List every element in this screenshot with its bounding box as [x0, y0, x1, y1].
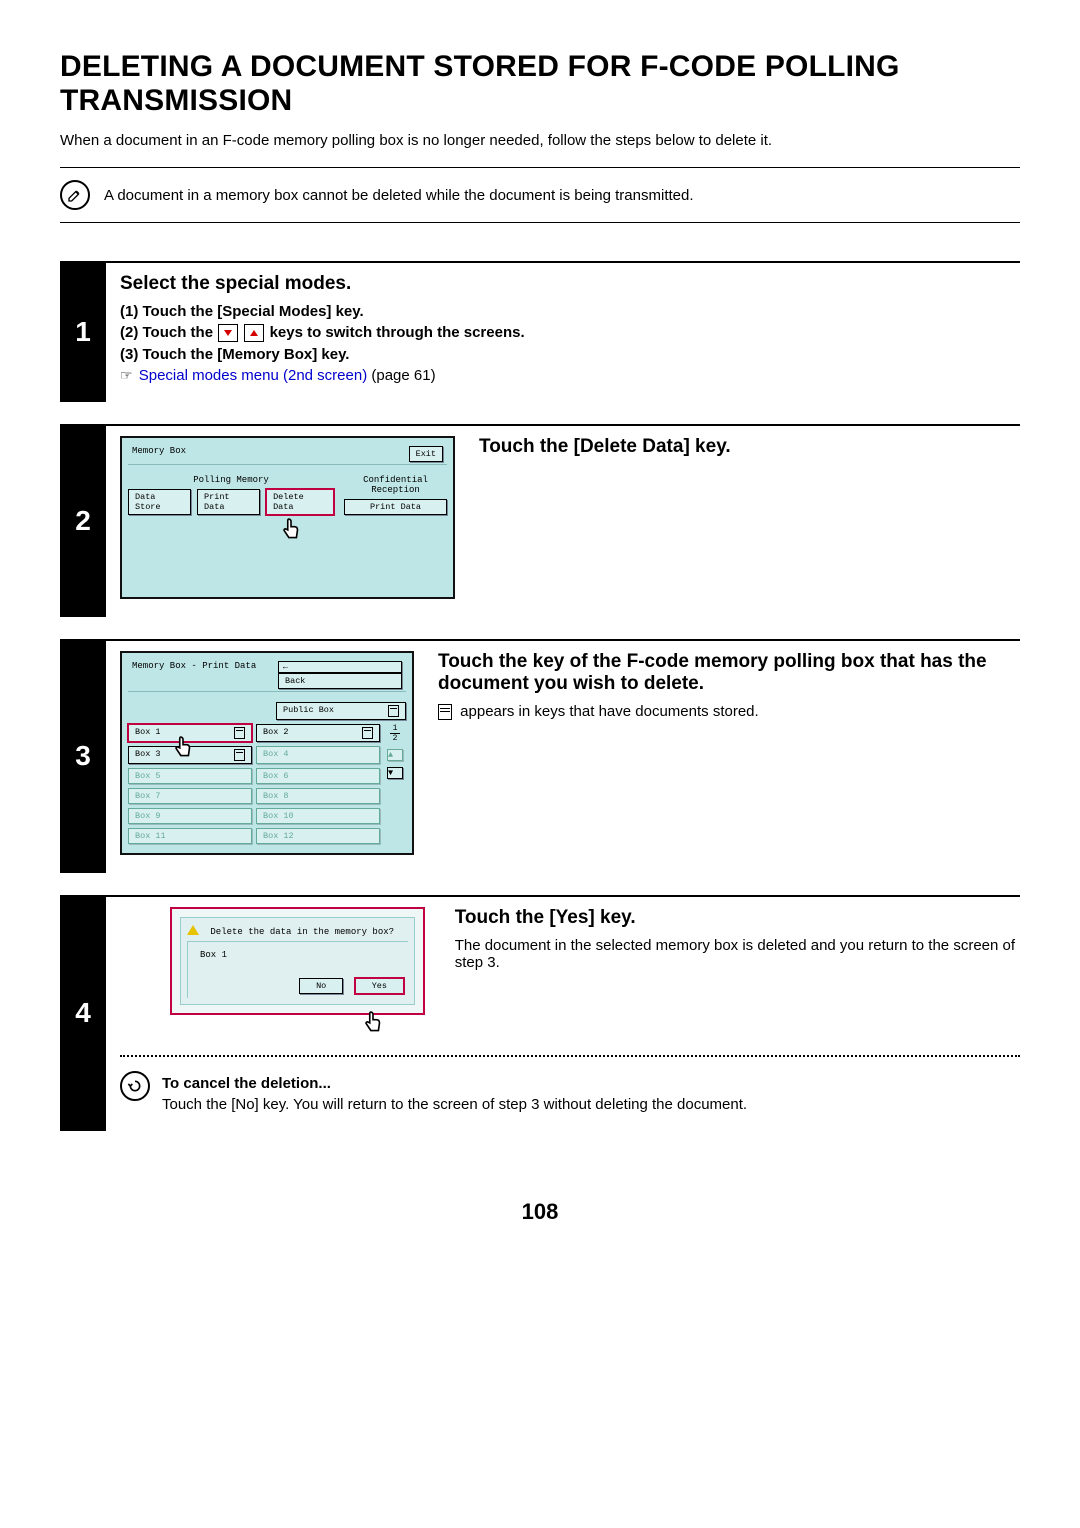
- box-button[interactable]: Box 4: [256, 746, 380, 764]
- page-up-button[interactable]: ▲: [387, 749, 403, 761]
- page-down-button[interactable]: ▼: [387, 767, 403, 779]
- cancel-title: To cancel the deletion...: [162, 1075, 747, 1092]
- print-data-confidential-button[interactable]: Print Data: [344, 499, 447, 515]
- back-button[interactable]: Back: [278, 673, 402, 689]
- step-number: 1: [60, 261, 106, 402]
- step-1-line-1: (1) Touch the [Special Modes] key.: [120, 303, 1020, 320]
- yes-button[interactable]: Yes: [355, 978, 404, 994]
- step-1-title: Select the special modes.: [120, 273, 1020, 295]
- document-stored-icon: [438, 704, 452, 720]
- step-4: 4 Delete the data in the memory box? Box…: [60, 895, 1020, 1131]
- print-data-button[interactable]: Print Data: [197, 489, 260, 515]
- box-button[interactable]: Box 8: [256, 788, 380, 804]
- box-button[interactable]: Box 11: [128, 828, 252, 844]
- step-3-title: Touch the key of the F-code memory polli…: [438, 651, 1020, 695]
- page-number: 108: [60, 1199, 1020, 1225]
- cancel-body: Touch the [No] key. You will return to t…: [162, 1096, 747, 1113]
- note-text: A document in a memory box cannot be del…: [104, 187, 694, 204]
- document-stored-icon: [234, 727, 245, 739]
- step-2-title: Touch the [Delete Data] key.: [479, 436, 731, 458]
- cancel-back-icon: [120, 1071, 150, 1101]
- step-3: 3 Memory Box - Print Data ← Back Public …: [60, 639, 1020, 873]
- box-button[interactable]: Box 9: [128, 808, 252, 824]
- back-arrow-icon[interactable]: ←: [278, 661, 402, 673]
- dialog-message: Delete the data in the memory box?: [210, 927, 394, 937]
- arrow-up-key-icon: [244, 324, 264, 342]
- document-stored-icon: [388, 705, 399, 717]
- delete-confirm-dialog: Delete the data in the memory box? Box 1…: [170, 907, 425, 1015]
- confidential-reception-label: Confidential Reception: [344, 475, 447, 495]
- document-stored-icon: [362, 727, 373, 739]
- box-button[interactable]: Box 6: [256, 768, 380, 784]
- data-store-button[interactable]: Data Store: [128, 489, 191, 515]
- touch-hand-icon: [278, 518, 334, 547]
- memory-box-screen: Memory Box Exit Polling Memory Data Stor…: [120, 436, 455, 599]
- no-button[interactable]: No: [299, 978, 343, 994]
- box-button[interactable]: Box 7: [128, 788, 252, 804]
- lcd-screen-title: Memory Box: [132, 446, 186, 462]
- intro-text: When a document in an F-code memory poll…: [60, 132, 1020, 149]
- divider: [120, 1055, 1020, 1057]
- arrow-down-key-icon: [218, 324, 238, 342]
- pencil-note-icon: [60, 180, 90, 210]
- step-1-link[interactable]: ☞ Special modes menu (2nd screen) (page …: [120, 367, 1020, 384]
- document-stored-icon: [234, 749, 245, 761]
- step-1-line-2: (2) Touch the keys to switch through the…: [120, 324, 1020, 342]
- dialog-box-name: Box 1: [200, 950, 404, 960]
- pager: 1 2 ▲ ▼: [384, 724, 406, 844]
- warning-icon: [187, 925, 199, 935]
- step-number: 2: [60, 424, 106, 617]
- print-data-box-list-screen: Memory Box - Print Data ← Back Public Bo…: [120, 651, 414, 855]
- step-number: 4: [60, 895, 106, 1131]
- box-button[interactable]: Box 12: [256, 828, 380, 844]
- lcd-screen-title: Memory Box - Print Data: [132, 661, 256, 689]
- step-1-line-3: (3) Touch the [Memory Box] key.: [120, 346, 1020, 363]
- polling-memory-label: Polling Memory: [128, 475, 334, 485]
- box-button[interactable]: Box 10: [256, 808, 380, 824]
- box-button[interactable]: Box 5: [128, 768, 252, 784]
- pointer-icon: ☞: [120, 367, 133, 383]
- note-callout: A document in a memory box cannot be del…: [60, 167, 1020, 223]
- step-4-title: Touch the [Yes] key.: [455, 907, 1020, 929]
- step-4-desc: The document in the selected memory box …: [455, 937, 1020, 971]
- step-number: 3: [60, 639, 106, 873]
- page-title: DELETING A DOCUMENT STORED FOR F-CODE PO…: [60, 50, 1020, 118]
- step-2: 2 Memory Box Exit Polling Memory Data St…: [60, 424, 1020, 617]
- touch-hand-icon: [360, 1011, 431, 1041]
- exit-button[interactable]: Exit: [409, 446, 443, 462]
- step-1: 1 Select the special modes. (1) Touch th…: [60, 261, 1020, 402]
- delete-data-button[interactable]: Delete Data: [266, 489, 334, 515]
- step-3-desc: appears in keys that have documents stor…: [438, 703, 1020, 720]
- box-button[interactable]: Box 2: [256, 724, 380, 742]
- public-box-button[interactable]: Public Box: [276, 702, 406, 720]
